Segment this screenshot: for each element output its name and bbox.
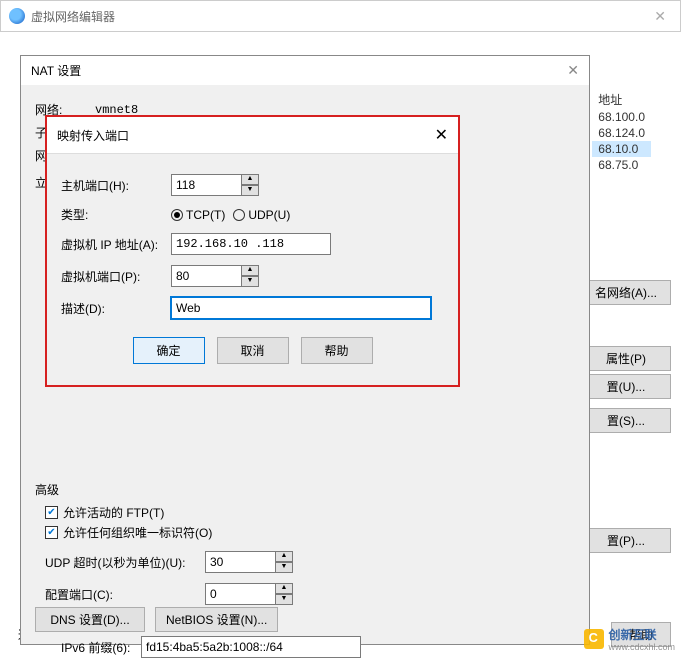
watermark: 创新互联 www.cdcxhl.com (584, 626, 675, 652)
nat-title-text: NAT 设置 (31, 62, 81, 79)
description-label: 描述(D): (61, 300, 171, 317)
host-port-label: 主机端口(H): (61, 177, 171, 194)
close-icon[interactable]: ✕ (567, 62, 579, 79)
udp-timeout-spinner[interactable]: ▲▼ (205, 551, 297, 573)
udp-radio[interactable] (233, 209, 245, 221)
mapping-title: 映射传入端口 (57, 127, 129, 144)
dns-settings-button[interactable]: DNS 设置(D)... (35, 607, 145, 632)
spin-up-icon[interactable]: ▲ (275, 583, 293, 594)
ftp-label: 允许活动的 FTP(T) (63, 504, 164, 521)
advanced-title: 高级 (35, 481, 575, 498)
settings-u-button[interactable]: 置(U)... (581, 374, 671, 399)
oui-checkbox[interactable] (45, 526, 58, 539)
tcp-label: TCP(T) (186, 208, 225, 222)
watermark-cn: 创新互联 (608, 628, 656, 642)
properties-button[interactable]: 属性(P) (581, 346, 671, 371)
ipv6-prefix-label: IPv6 前缀(6): (61, 639, 141, 656)
spin-up-icon[interactable]: ▲ (241, 174, 259, 185)
tcp-radio[interactable] (171, 209, 183, 221)
type-label: 类型: (61, 206, 171, 223)
description-input[interactable] (171, 297, 431, 319)
mapping-titlebar: 映射传入端口 ✕ (47, 117, 458, 154)
spin-down-icon[interactable]: ▼ (275, 594, 293, 605)
ip-row[interactable]: 68.75.0 (592, 157, 651, 173)
oui-label: 允许任何组织唯一标识符(O) (63, 524, 212, 541)
config-port-spinner[interactable]: ▲▼ (205, 583, 297, 605)
rename-network-button[interactable]: 名网络(A)... (581, 280, 671, 305)
spin-up-icon[interactable]: ▲ (241, 265, 259, 276)
netbios-settings-button[interactable]: NetBIOS 设置(N)... (155, 607, 278, 632)
spin-down-icon[interactable]: ▼ (275, 562, 293, 573)
ipv6-prefix-input[interactable] (141, 636, 361, 658)
main-titlebar: 虚拟网络编辑器 ✕ (1, 1, 680, 31)
ftp-checkbox[interactable] (45, 506, 58, 519)
settings-s-button[interactable]: 置(S)... (581, 408, 671, 433)
udp-timeout-input[interactable] (205, 551, 275, 573)
globe-icon (9, 8, 25, 24)
network-address-column: 地址 68.100.0 68.124.0 68.10.0 68.75.0 (592, 90, 651, 173)
vm-port-input[interactable] (171, 265, 241, 287)
port-mapping-dialog: 映射传入端口 ✕ 主机端口(H): ▲▼ 类型: TCP(T) UDP(U) 虚… (45, 115, 460, 387)
close-icon[interactable]: ✕ (435, 125, 448, 145)
ip-row[interactable]: 68.124.0 (592, 125, 651, 141)
watermark-en: www.cdcxhl.com (608, 643, 675, 652)
config-port-input[interactable] (205, 583, 275, 605)
vm-ip-input[interactable] (171, 233, 331, 255)
close-icon[interactable]: ✕ (648, 6, 672, 27)
nat-titlebar: NAT 设置 ✕ (21, 56, 589, 85)
host-port-spinner[interactable]: ▲▼ (171, 174, 263, 196)
vm-port-label: 虚拟机端口(P): (61, 268, 171, 285)
config-port-label: 配置端口(C): (45, 586, 205, 603)
settings-p-button[interactable]: 置(P)... (581, 528, 671, 553)
spin-up-icon[interactable]: ▲ (275, 551, 293, 562)
main-title: 虚拟网络编辑器 (31, 8, 115, 25)
ok-button[interactable]: 确定 (133, 337, 205, 364)
spin-down-icon[interactable]: ▼ (241, 276, 259, 287)
vm-ip-label: 虚拟机 IP 地址(A): (61, 236, 171, 253)
ip-row-selected[interactable]: 68.10.0 (592, 141, 651, 157)
ip-row[interactable]: 68.100.0 (592, 109, 651, 125)
cancel-button[interactable]: 取消 (217, 337, 289, 364)
udp-label: UDP(U) (248, 208, 290, 222)
host-port-input[interactable] (171, 174, 241, 196)
vm-port-spinner[interactable]: ▲▼ (171, 265, 263, 287)
help-button[interactable]: 帮助 (301, 337, 373, 364)
spin-down-icon[interactable]: ▼ (241, 185, 259, 196)
column-header: 地址 (592, 90, 651, 109)
watermark-icon (584, 629, 604, 649)
udp-timeout-label: UDP 超时(以秒为单位)(U): (45, 554, 205, 571)
virtual-network-editor-window: 虚拟网络编辑器 ✕ (0, 0, 681, 32)
